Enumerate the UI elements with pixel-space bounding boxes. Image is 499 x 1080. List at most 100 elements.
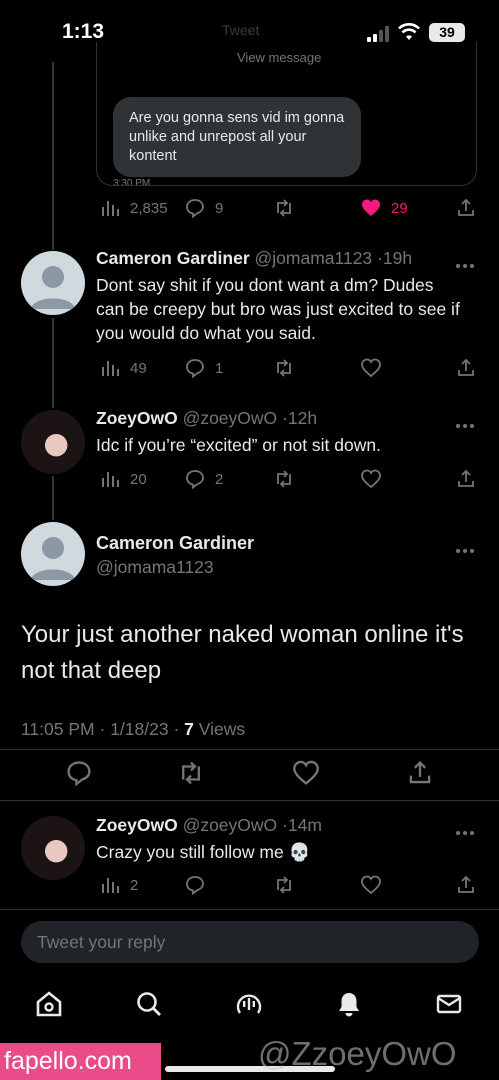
- divider: [0, 909, 499, 910]
- more-options-icon[interactable]: [456, 415, 478, 428]
- avatar[interactable]: [21, 816, 85, 880]
- like-button[interactable]: [361, 873, 381, 897]
- avatar[interactable]: [21, 410, 85, 474]
- reply-count: 9: [215, 199, 224, 217]
- wifi-icon: [398, 23, 420, 40]
- tweet-time[interactable]: 14m: [288, 815, 322, 835]
- heart-icon: [361, 358, 381, 378]
- share-button[interactable]: [456, 467, 476, 491]
- retweet-icon[interactable]: [178, 760, 204, 786]
- watermark-site: fapello.com: [0, 1043, 161, 1080]
- retweet-button[interactable]: [274, 196, 294, 220]
- watermark-handle: @ZzoeyOwO: [258, 1035, 457, 1072]
- cellular-signal-icon: [367, 26, 389, 42]
- nav-notifications[interactable]: [335, 990, 363, 1018]
- view-message-link[interactable]: View message: [237, 50, 321, 65]
- thread-line: [52, 476, 54, 520]
- tweet-meta: 11:05 PM · 1/18/23 · 7 Views: [21, 719, 245, 740]
- retweet-icon: [277, 199, 291, 217]
- heart-icon[interactable]: [293, 760, 319, 786]
- author-handle[interactable]: @jomama1123: [255, 248, 373, 268]
- tweet-text: Idc if you’re “excited” or not sit down.: [96, 435, 381, 455]
- reply-input[interactable]: Tweet your reply: [21, 921, 479, 963]
- like-button[interactable]: [361, 467, 381, 491]
- like-count: 29: [391, 199, 408, 217]
- share-icon: [458, 469, 474, 487]
- reply-icon: [186, 470, 204, 489]
- default-avatar-icon: [31, 266, 75, 309]
- views-stat[interactable]: 2: [100, 873, 138, 897]
- author-handle[interactable]: @zoeyOwO: [183, 815, 278, 835]
- avatar[interactable]: [21, 251, 85, 315]
- views-stat[interactable]: 49: [100, 356, 147, 380]
- views-icon: [102, 201, 119, 216]
- like-button[interactable]: 29: [361, 196, 408, 220]
- more-options-icon[interactable]: [456, 822, 478, 835]
- views-count: 7: [184, 719, 194, 739]
- thread-line: [52, 318, 54, 408]
- avatar[interactable]: [21, 522, 85, 586]
- tweet-header: ZoeyOwO @zoeyOwO ·12h: [96, 408, 317, 429]
- tweet-time[interactable]: 19h: [383, 248, 412, 268]
- reply-count: 1: [215, 359, 224, 377]
- focal-tweet-text: Your just another naked woman online it'…: [21, 621, 464, 684]
- more-options-icon[interactable]: [456, 255, 478, 268]
- nav-search[interactable]: [135, 990, 163, 1018]
- retweet-button[interactable]: [274, 873, 294, 897]
- heart-icon: [361, 875, 381, 895]
- views-icon: [102, 878, 119, 893]
- views-stat[interactable]: 2,835: [100, 196, 168, 220]
- reply-button[interactable]: 9: [185, 196, 223, 220]
- meta-separator: ·: [173, 719, 180, 739]
- nav-messages[interactable]: [435, 990, 463, 1018]
- share-button[interactable]: [456, 356, 476, 380]
- author-name[interactable]: ZoeyOwO: [96, 408, 178, 428]
- retweet-button[interactable]: [274, 467, 294, 491]
- tweet-time[interactable]: 11:05 PM: [21, 719, 95, 739]
- views-count: 2,835: [130, 199, 168, 217]
- nav-spaces[interactable]: [235, 990, 263, 1018]
- author-name[interactable]: Cameron Gardiner: [96, 248, 250, 268]
- tweet-actions: 49 1: [96, 356, 481, 380]
- share-icon[interactable]: [407, 760, 433, 786]
- dm-message-bubble: Are you gonna sens vid im gonna unlike a…: [113, 97, 361, 177]
- reply-button[interactable]: 1: [185, 356, 223, 380]
- author-handle[interactable]: @zoeyOwO: [183, 408, 278, 428]
- meta-separator: ·: [99, 719, 106, 739]
- views-icon: [102, 472, 119, 487]
- retweet-button[interactable]: [274, 356, 294, 380]
- like-button[interactable]: [361, 356, 381, 380]
- mail-icon: [436, 994, 462, 1014]
- views-count: 20: [130, 470, 147, 488]
- tweet-text: Crazy you still follow me 💀: [96, 842, 311, 862]
- tweet-date[interactable]: 1/18/23: [110, 719, 168, 739]
- reply-icon[interactable]: [66, 760, 92, 786]
- share-button[interactable]: [456, 873, 476, 897]
- divider: [0, 800, 499, 801]
- reply-button[interactable]: [185, 873, 205, 897]
- share-button[interactable]: [456, 196, 476, 220]
- views-label: Views: [198, 719, 246, 739]
- author-handle[interactable]: @jomama1123: [96, 557, 214, 578]
- tweet-time[interactable]: 12h: [288, 408, 317, 428]
- retweet-icon: [277, 359, 291, 377]
- retweet-icon: [277, 876, 291, 894]
- reply-button[interactable]: 2: [185, 467, 223, 491]
- bottom-nav: [0, 975, 499, 1035]
- tweet-actions: 20 2: [96, 467, 481, 491]
- more-options-icon[interactable]: [456, 540, 478, 553]
- reply-icon: [186, 876, 204, 895]
- reply-icon: [186, 199, 204, 218]
- quoted-dm-card[interactable]: View message Are you gonna sens vid im g…: [96, 42, 477, 186]
- nav-home[interactable]: [35, 990, 63, 1018]
- views-stat[interactable]: 20: [100, 467, 147, 491]
- default-avatar-icon: [31, 537, 75, 580]
- bell-icon: [339, 993, 359, 1017]
- tweet-actions: 2: [96, 873, 481, 897]
- author-name[interactable]: Cameron Gardiner: [96, 533, 254, 554]
- tweet-header: ZoeyOwO @zoeyOwO ·14m: [96, 815, 322, 836]
- author-name[interactable]: ZoeyOwO: [96, 815, 178, 835]
- reply-count: 2: [215, 470, 224, 488]
- dm-timestamp: 3:30 PM: [113, 178, 151, 186]
- ghost-header-title: Tweet: [222, 22, 260, 38]
